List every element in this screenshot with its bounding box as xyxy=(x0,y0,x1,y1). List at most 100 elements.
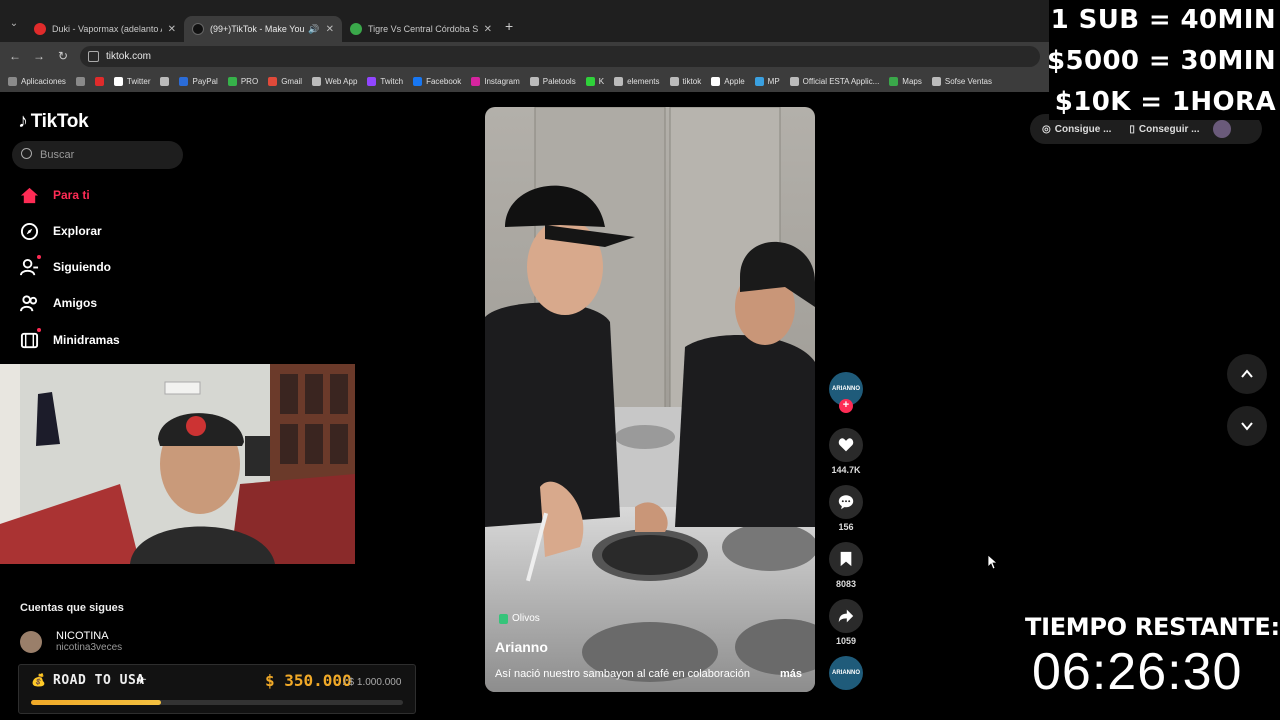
previous-video-button[interactable] xyxy=(1227,354,1267,394)
bookmark-favicon-icon xyxy=(754,76,764,86)
bookmark-item[interactable]: tiktok xyxy=(669,76,701,86)
timer-value: 06:26:30 xyxy=(1032,643,1243,701)
bookmark-item[interactable]: Gmail xyxy=(268,76,302,86)
sub-goal-line: 1 SUB = 40MIN xyxy=(1050,5,1276,35)
home-icon xyxy=(20,186,39,205)
bookmark-favicon-icon xyxy=(614,76,624,86)
film-icon xyxy=(20,331,39,350)
chevron-down-icon xyxy=(1241,422,1253,431)
creator-avatar-button[interactable]: ARIANNO + xyxy=(828,372,864,413)
bookmark-favicon-icon xyxy=(471,76,481,86)
next-video-button[interactable] xyxy=(1227,406,1267,446)
browser-tab[interactable]: Duki - Vapormax (adelanto ATM ✕ xyxy=(26,16,184,42)
address-bar[interactable]: tiktok.com xyxy=(80,46,1040,67)
bookmark-item[interactable]: MP xyxy=(754,76,780,86)
bookmark-item[interactable]: Paletools xyxy=(529,76,576,86)
browser-tab-active[interactable]: (99+)TikTok - Make Your Da 🔊 ✕ xyxy=(184,16,342,42)
search-box[interactable] xyxy=(12,141,183,169)
video-frame xyxy=(485,107,815,692)
caption-more-button[interactable]: más xyxy=(780,668,802,680)
bookmark-favicon-icon xyxy=(529,76,539,86)
bookmark-favicon-icon xyxy=(413,76,423,86)
bookmark-item[interactable] xyxy=(160,76,170,86)
avatar xyxy=(20,630,42,653)
video-author[interactable]: Arianno xyxy=(495,639,548,655)
close-icon[interactable]: ✕ xyxy=(484,24,492,35)
browser-tab[interactable]: Tigre Vs Central Córdoba SdE ✕ xyxy=(342,16,500,42)
sports-icon xyxy=(350,23,362,35)
share-button[interactable]: 1059 xyxy=(828,599,864,646)
share-count: 1059 xyxy=(835,636,857,646)
youtube-icon xyxy=(34,23,46,35)
bookmark-favicon-icon xyxy=(268,76,278,86)
bookmark-item[interactable]: Instagram xyxy=(471,76,520,86)
like-button[interactable]: 144.7K xyxy=(828,428,864,475)
music-avatar: ARIANNO xyxy=(829,656,863,690)
close-icon[interactable]: ✕ xyxy=(326,24,334,35)
nav-item-amigos[interactable]: Amigos xyxy=(20,291,97,315)
search-input[interactable] xyxy=(40,141,180,169)
bookmark-item[interactable]: PayPal xyxy=(179,76,218,86)
tiktok-logo[interactable]: ♪ TikTok xyxy=(18,110,89,133)
reload-icon[interactable]: ↻ xyxy=(55,48,71,64)
bookmark-favicon-icon xyxy=(8,76,17,86)
get-app-button[interactable]: ▯ Conseguir ... xyxy=(1129,124,1199,135)
notification-dot xyxy=(37,255,41,259)
bookmark-favicon-icon xyxy=(75,76,85,86)
bookmark-favicon-icon xyxy=(789,76,799,86)
nav-item-explorar[interactable]: Explorar xyxy=(20,219,102,243)
music-disc[interactable]: ARIANNO xyxy=(828,656,864,690)
bookmark-icon xyxy=(829,542,863,576)
profile-avatar[interactable] xyxy=(1213,120,1232,138)
chevron-up-icon xyxy=(1241,369,1253,378)
bookmark-item[interactable]: Web App xyxy=(312,76,357,86)
bookmark-item[interactable]: Official ESTA Applic... xyxy=(789,76,879,86)
bookmark-favicon-icon xyxy=(113,76,123,86)
account-handle: nicotina3veces xyxy=(56,642,123,653)
bookmark-item[interactable]: Apple xyxy=(711,76,745,86)
heart-icon xyxy=(829,428,863,462)
bookmark-favicon-icon xyxy=(585,76,595,86)
site-info-icon[interactable] xyxy=(88,51,99,62)
bookmark-favicon-icon xyxy=(367,76,377,86)
like-count: 144.7K xyxy=(831,465,861,475)
compass-icon xyxy=(20,222,39,241)
bookmark-item[interactable]: elements xyxy=(614,76,660,86)
bookmark-item[interactable]: Aplicaciones xyxy=(8,76,66,86)
close-icon[interactable]: ✕ xyxy=(168,24,176,35)
sub-goal-line: $5000 = 30MIN xyxy=(1046,46,1276,76)
bookmark-item[interactable]: Maps xyxy=(889,76,922,86)
goal-current: $ 350.000 xyxy=(265,671,352,690)
bookmark-item[interactable]: Twitter xyxy=(113,76,150,86)
bookmark-item[interactable]: Facebook xyxy=(413,76,461,86)
account-name: NICOTINA xyxy=(56,630,109,642)
bookmark-item[interactable]: PRO xyxy=(227,76,258,86)
comment-count: 156 xyxy=(838,522,854,532)
forward-icon[interactable]: → xyxy=(31,48,47,64)
follow-plus-icon[interactable]: + xyxy=(839,399,853,413)
new-tab-button[interactable]: + xyxy=(505,18,513,34)
bookmark-item[interactable]: Sofse Ventas xyxy=(931,76,992,86)
video-player[interactable]: Olivos Arianno Así nació nuestro sambayo… xyxy=(485,107,815,692)
bookmark-favicon-icon xyxy=(889,76,899,86)
tab-search-button[interactable]: ⌄ xyxy=(6,18,22,34)
location-pin-icon xyxy=(499,613,508,624)
save-button[interactable]: 8083 xyxy=(828,542,864,589)
following-account[interactable]: NICOTINA nicotina3veces xyxy=(20,630,122,653)
nav-item-siguiendo[interactable]: Siguiendo xyxy=(20,255,111,279)
get-coins-button[interactable]: ◎ Consigue ... xyxy=(1042,124,1111,135)
bookmark-item[interactable] xyxy=(75,76,85,86)
video-location[interactable]: Olivos xyxy=(499,613,540,624)
following-section-title: Cuentas que sigues xyxy=(20,602,124,614)
nav-item-minidramas[interactable]: Minidramas xyxy=(20,328,120,352)
comment-button[interactable]: 156 xyxy=(828,485,864,532)
back-icon[interactable]: ← xyxy=(7,48,23,64)
nav-item-para-ti[interactable]: Para ti xyxy=(20,183,90,207)
sub-goal-line: $10K = 1HORA xyxy=(1054,87,1276,117)
bookmark-item[interactable]: Twitch xyxy=(367,76,403,86)
bookmark-item[interactable]: K xyxy=(585,76,604,86)
url-text: tiktok.com xyxy=(106,51,152,62)
bookmark-item[interactable] xyxy=(94,76,104,86)
video-caption: Así nació nuestro sambayon al café en co… xyxy=(495,668,750,680)
speaker-icon[interactable]: 🔊 xyxy=(308,24,319,35)
